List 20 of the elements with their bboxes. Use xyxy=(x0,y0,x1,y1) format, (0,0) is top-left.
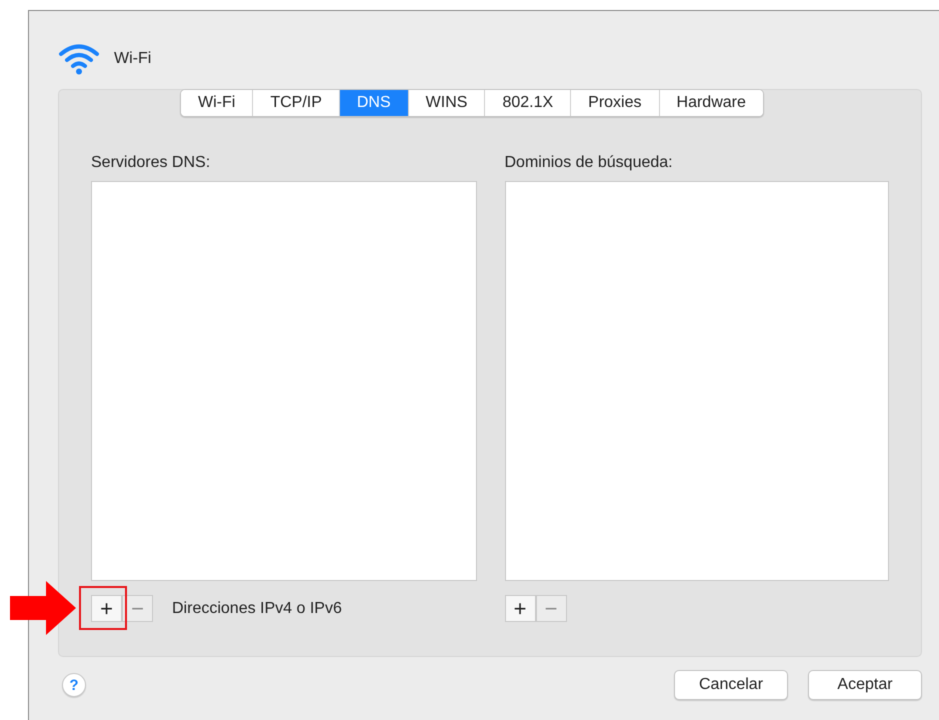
add-button[interactable]: + xyxy=(504,595,536,622)
tab[interactable]: Wi-Fi xyxy=(181,90,252,116)
list-box[interactable] xyxy=(91,181,476,581)
tab[interactable]: Hardware xyxy=(658,90,763,116)
help-button[interactable]: ? xyxy=(62,673,86,697)
tab[interactable]: Proxies xyxy=(570,90,659,116)
tab[interactable]: TCP/IP xyxy=(252,90,339,116)
add-button[interactable]: + xyxy=(91,595,122,622)
window-title: Wi-Fi xyxy=(114,50,152,68)
tab[interactable]: DNS xyxy=(338,90,408,116)
wifi-icon xyxy=(58,43,100,75)
list-label: Dominios de búsqueda: xyxy=(504,154,674,172)
cancel-button[interactable]: Cancelar xyxy=(674,670,788,700)
ok-button[interactable]: Aceptar xyxy=(808,670,922,700)
tab[interactable]: WINS xyxy=(408,90,484,116)
arrow-icon xyxy=(10,581,76,635)
list-box[interactable] xyxy=(504,181,889,581)
tab[interactable]: 802.1X xyxy=(484,90,570,116)
hint-text: Direcciones IPv4 o IPv6 xyxy=(172,600,342,618)
list-label: Servidores DNS: xyxy=(91,154,212,172)
